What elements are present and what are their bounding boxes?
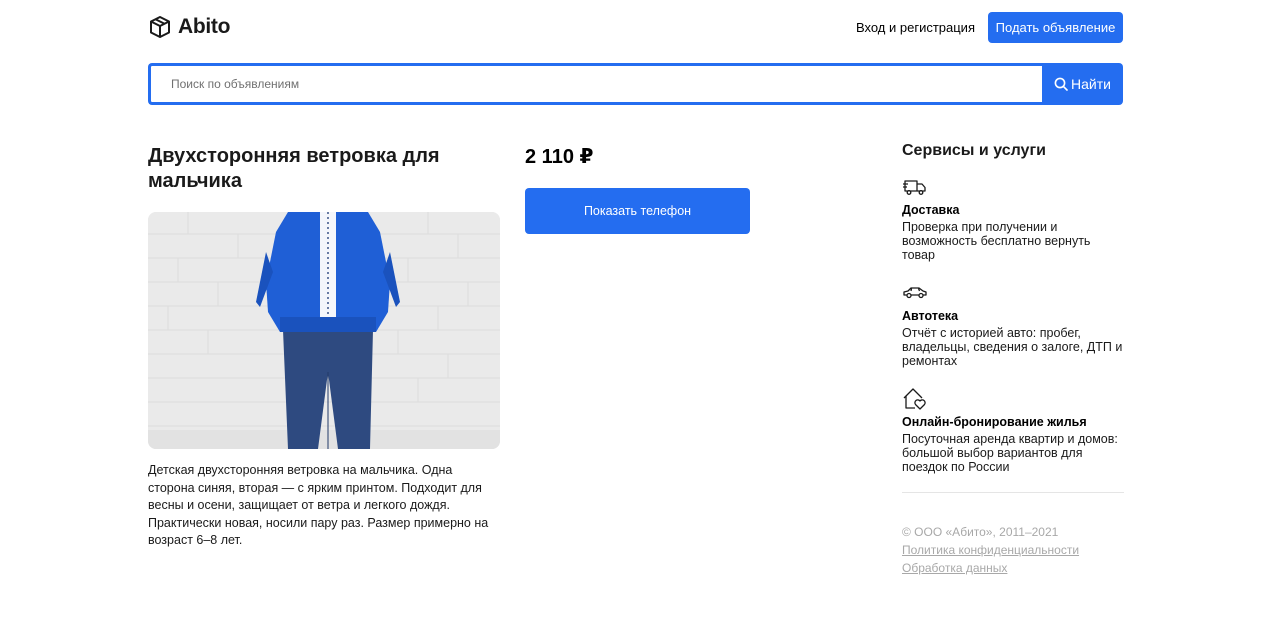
copyright: © ООО «Абито», 2011–2021 [902, 525, 1059, 539]
footer: © ООО «Абито», 2011–2021 Политика конфид… [902, 523, 1124, 577]
jacket-photo-illustration [148, 212, 500, 449]
service-name: Онлайн-бронирование жилья [902, 415, 1087, 429]
item-title: Двухсторонняя ветровка для мальчика [148, 145, 440, 192]
item-price: 2 110 ₽ [525, 146, 594, 168]
service-description: Проверка при получении и возможность бес… [902, 220, 1091, 262]
search-bar: Найти [148, 63, 1123, 105]
post-ad-button[interactable]: Подать объявление [988, 12, 1123, 43]
services-title: Сервисы и услуги [902, 142, 1046, 159]
house-heart-icon [903, 388, 926, 410]
logo-text: Abito [178, 15, 231, 38]
item-description: Детская двухсторонняя ветровка на мальчи… [148, 463, 489, 547]
search-button-label: Найти [1071, 76, 1111, 92]
header: Abito Вход и регистрация Подать объявлен… [148, 12, 1123, 43]
search-button[interactable]: Найти [1042, 63, 1123, 105]
service-name: Доставка [902, 203, 960, 217]
logo[interactable]: Abito [148, 15, 230, 39]
search-icon [1054, 77, 1068, 91]
car-icon [903, 287, 927, 299]
box-icon [150, 16, 170, 38]
service-autoteka[interactable]: Автотека Отчёт с историей авто: пробег, … [902, 280, 1124, 368]
service-name: Автотека [902, 309, 959, 323]
service-description: Отчёт с историей авто: пробег, владельцы… [902, 326, 1123, 368]
data-processing-link[interactable]: Обработка данных [902, 559, 1124, 577]
service-booking[interactable]: Онлайн-бронирование жилья Посуточная аре… [902, 386, 1124, 474]
divider [902, 492, 1124, 493]
search-input[interactable] [148, 63, 1042, 105]
service-delivery[interactable]: Доставка Проверка при получении и возмож… [902, 174, 1124, 262]
services-sidebar: Сервисы и услуги Доставка Проверка при п… [902, 142, 1124, 577]
item-photo[interactable] [148, 212, 500, 449]
privacy-policy-link[interactable]: Политика конфиденциальности [902, 541, 1124, 559]
delivery-truck-icon [903, 180, 926, 195]
login-link[interactable]: Вход и регистрация [856, 20, 975, 35]
service-description: Посуточная аренда квартир и домов: больш… [902, 432, 1118, 474]
show-phone-button[interactable]: Показать телефон [525, 188, 750, 234]
